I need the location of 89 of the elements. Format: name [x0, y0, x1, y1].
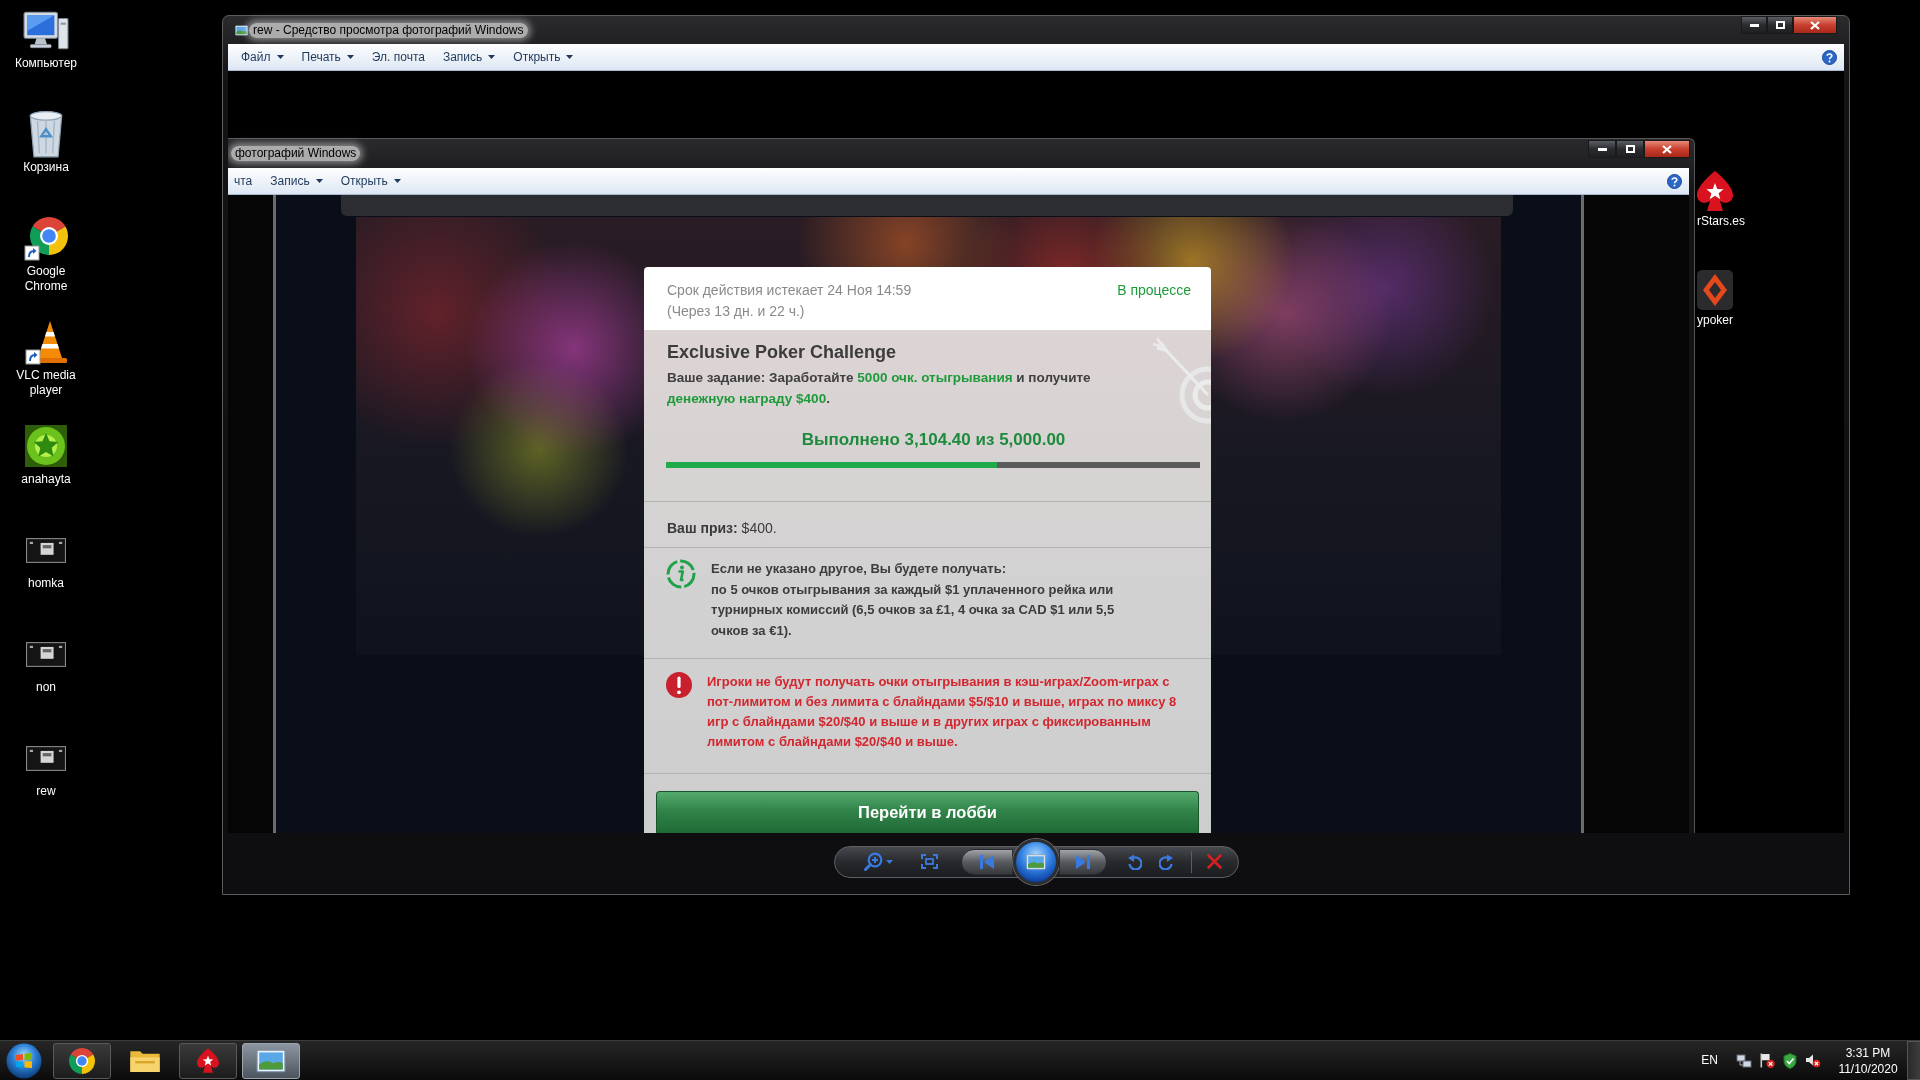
maximize-button[interactable] [1767, 16, 1793, 34]
spade-icon [197, 1048, 219, 1073]
network-icon[interactable] [1736, 1053, 1752, 1068]
taskbar-button[interactable] [179, 1042, 237, 1079]
desktop-icon-label[interactable]: ypoker [1697, 313, 1745, 328]
desktop-icon-label[interactable]: anahayta [6, 472, 86, 487]
maximize-icon [1625, 145, 1635, 153]
progress-text: Выполнено 3,104.40 из 5,000.00 [800, 429, 1067, 451]
notice-text: Игроки не будут получать очки отыгрывания в кэш-играх/Zoom-играх с пот-лимитом и без лимита с блайндами $5/$10 и выше, играх по миксу 8 игр с блайндами $20/$40 и выше и в других играх с фиксированным лимитом с блайндами $20/$40 и выше. [707, 673, 1178, 751]
folder-icon [130, 1049, 160, 1072]
caret-icon [346, 55, 354, 59]
caret-icon [315, 179, 323, 183]
star-image-icon[interactable] [25, 425, 67, 467]
recycle-bin-icon[interactable] [29, 110, 63, 158]
help-icon[interactable] [1667, 173, 1682, 189]
time-remaining-text: (Через 13 дн. и 22 ч.) [667, 302, 806, 321]
screenshot-thumbnail-icon[interactable] [26, 641, 66, 667]
desktop-icon-label[interactable]: Корзина [6, 160, 86, 175]
skip-forward-icon [1075, 854, 1090, 869]
speaker-icon[interactable] [1805, 1053, 1821, 1068]
minimize-button[interactable] [1588, 140, 1616, 158]
desktop-icon-label[interactable]: rStars.es [1697, 214, 1745, 229]
computer-icon[interactable] [23, 10, 69, 50]
minimize-button[interactable] [1741, 16, 1767, 34]
menu-item[interactable]: Эл. почта [365, 47, 431, 67]
slideshow-button[interactable] [1012, 838, 1059, 885]
close-icon [1810, 20, 1820, 30]
menu-item[interactable]: чта [228, 171, 259, 191]
desktop-icon-label[interactable]: VLC media player [6, 368, 86, 398]
menu-item[interactable]: Запись [436, 47, 502, 67]
screenshot-thumbnail-icon[interactable] [26, 537, 66, 563]
maximize-button[interactable] [1616, 140, 1644, 158]
info-icon [666, 559, 696, 589]
browser-icon [69, 1047, 95, 1074]
spade-icon[interactable] [1697, 171, 1733, 211]
prize-text: Ваш приз: $400. [644, 501, 1211, 547]
delete-icon [1207, 854, 1222, 869]
skip-back-icon [979, 854, 994, 869]
desktop-icon-label[interactable]: Google Chrome [6, 264, 86, 294]
clock-date[interactable]: 11/10/2020 [1838, 1060, 1898, 1077]
picture-icon [1025, 853, 1046, 870]
notice-text: Если не указано другое, Вы будете получать: по 5 очков отыгрывания за каждый $1 уплаченного рейка или турнирных комиссий (6,5 очков за £1, 4 очка за CAD $1 или 5,5 очков за €1). [711, 560, 1116, 640]
menu-item[interactable]: Открыть [507, 47, 580, 67]
shield-icon[interactable] [1783, 1052, 1797, 1069]
status-text: В процессе [1117, 281, 1191, 300]
start-orb-icon [6, 1042, 42, 1079]
caret-icon [393, 179, 401, 183]
previous-button[interactable] [960, 848, 1013, 875]
challenge-title: Exclusive Poker Challenge [667, 341, 898, 364]
minimize-icon [1597, 147, 1607, 151]
desktop-icon-label[interactable]: homka [6, 576, 86, 591]
screenshot-thumbnail-icon[interactable] [26, 745, 66, 771]
warning-icon [666, 672, 692, 698]
taskbar-button[interactable] [242, 1042, 300, 1079]
close-icon [1662, 144, 1672, 154]
zoom-icon [864, 852, 883, 871]
language-indicator[interactable]: EN [1697, 1053, 1722, 1068]
clock-time[interactable]: 3:31 PM [1845, 1044, 1891, 1061]
desktop-icon-label[interactable]: non [6, 680, 86, 695]
maximize-icon [1775, 21, 1785, 29]
clockwise-arrow-icon [1159, 853, 1174, 870]
close-button[interactable] [1644, 140, 1690, 158]
browser-icon[interactable] [23, 215, 69, 261]
caret-icon [566, 55, 574, 59]
caret-icon [886, 859, 893, 864]
close-button[interactable] [1793, 16, 1837, 34]
menu-item[interactable]: Печать [295, 47, 360, 67]
window-title: rew - Средство просмотра фотографий Windows [249, 22, 528, 38]
task-text: Ваше задание: Заработайте 5000 очк. отыгрывания и получите денежную награду $400. [667, 369, 1092, 408]
next-button[interactable] [1058, 848, 1107, 875]
help-icon[interactable] [1822, 49, 1837, 65]
caret-icon [488, 55, 496, 59]
expiry-text: Срок действия истекает 24 Ноя 14:59 [667, 281, 912, 300]
desktop-icon-label[interactable]: rew [6, 784, 86, 799]
menu-item[interactable]: Открыть [334, 171, 407, 191]
photo-viewer-icon [235, 24, 248, 36]
lobby-button[interactable]: Перейти в лобби [656, 791, 1199, 833]
taskbar-button[interactable] [53, 1042, 111, 1079]
flag-icon[interactable] [1760, 1053, 1775, 1068]
minimize-icon [1749, 23, 1759, 27]
menu-item[interactable]: Запись [264, 171, 329, 191]
desktop-icon-label[interactable]: Компьютер [6, 56, 86, 71]
window-title: фотографий Windows [231, 146, 361, 161]
menu-item[interactable]: Файл [235, 47, 290, 67]
counterclockwise-arrow-icon [1127, 853, 1142, 870]
picture-icon [256, 1048, 286, 1073]
corner-brackets-icon [921, 854, 938, 869]
caret-icon [276, 55, 284, 59]
diamond-logo-icon[interactable] [1697, 270, 1733, 310]
